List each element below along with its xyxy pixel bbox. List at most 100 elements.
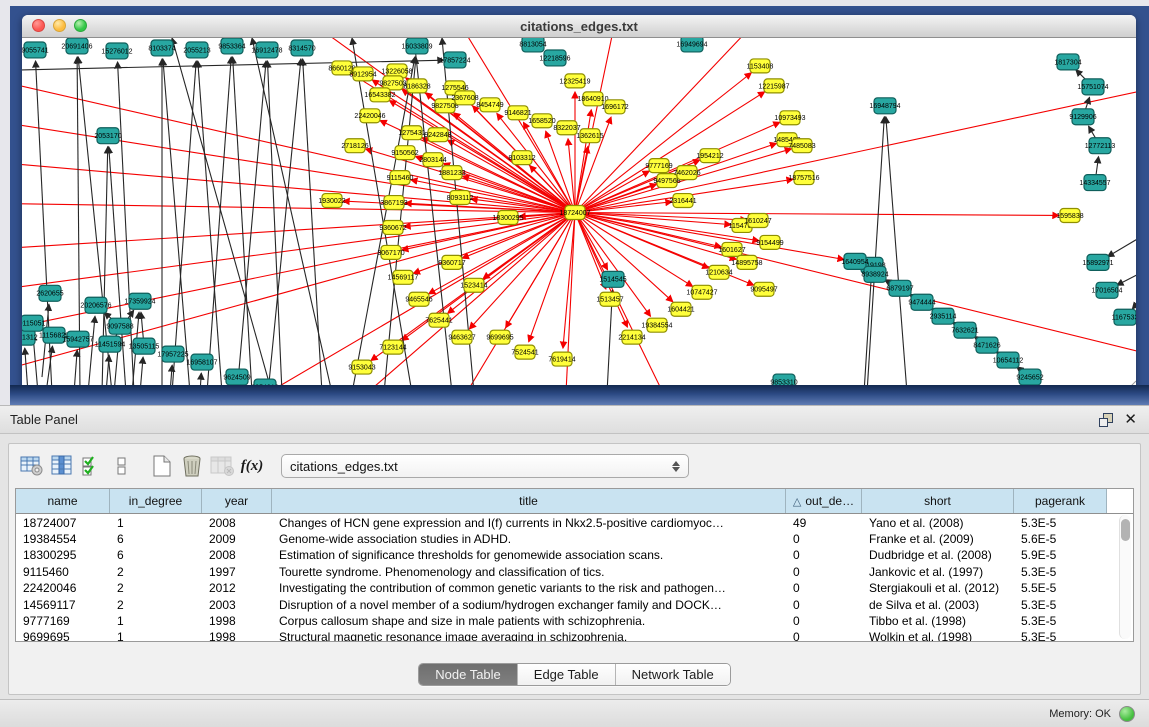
table-cell[interactable]: 1 [110,629,202,642]
graph-node[interactable]: 7485083 [788,139,815,153]
table-cell[interactable]: 2003 [202,596,272,612]
table-cell[interactable]: Franke et al. (2009) [862,530,1014,546]
table-cell[interactable]: 1 [110,612,202,628]
graph-node[interactable]: 9095497 [750,282,777,296]
table-cell[interactable]: Jankovic et al. (1997) [862,563,1014,579]
table-cell[interactable]: 2012 [202,580,272,596]
tab-network-table[interactable]: Network Table [616,664,730,685]
column-header-name[interactable]: name [16,489,110,513]
delete-column-icon[interactable] [207,453,237,479]
table-cell[interactable]: 5.9E-5 [1014,547,1107,563]
table-cell[interactable]: Stergiakouli et al. (2012) [862,580,1014,596]
clear-selection-icon[interactable] [107,453,137,479]
graph-edge[interactable] [1132,300,1136,309]
new-table-icon[interactable] [147,453,177,479]
graph-edge[interactable] [198,61,222,393]
graph-node[interactable]: 9150562 [391,146,418,160]
show-columns-icon[interactable] [47,453,77,479]
table-cell[interactable]: 2 [110,596,202,612]
table-cell[interactable]: 6 [110,530,202,546]
table-cell[interactable]: 0 [786,629,862,642]
table-cell[interactable]: 18724007 [16,514,110,530]
graph-node[interactable]: 1167533 [1112,309,1136,325]
close-window-icon[interactable] [32,19,45,32]
table-cell[interactable]: de Silva et al. (2003) [862,596,1014,612]
graph-node[interactable]: 11451594 [95,336,126,352]
graph-node[interactable]: 1362615 [576,129,603,143]
table-cell[interactable]: 19384554 [16,530,110,546]
graph-node[interactable]: 9115051 [22,315,45,331]
float-panel-icon[interactable] [1099,413,1112,426]
graph-node[interactable]: 17957225 [157,346,188,362]
graph-node[interactable]: 9777169 [645,159,672,173]
graph-node[interactable]: 9097588 [106,318,133,334]
graph-edge[interactable] [575,213,627,328]
graph-node[interactable]: 9853364 [218,38,245,54]
graph-node[interactable]: 1604421 [667,302,694,316]
graph-node[interactable]: 16949694 [676,38,707,52]
table-cell[interactable]: 49 [786,514,862,530]
graph-node[interactable]: 1275431 [398,126,425,140]
graph-node[interactable]: 7632621 [951,322,978,338]
graph-node[interactable]: 7625441 [425,313,452,327]
network-graph[interactable]: 9055741206914061527601216033809178572248… [22,38,1136,393]
graph-node[interactable]: 8103312 [508,151,535,165]
table-cell[interactable]: 1 [110,514,202,530]
table-row[interactable]: 969969511998Structural magnetic resonanc… [16,629,1133,642]
table-cell[interactable]: 2009 [202,530,272,546]
table-cell[interactable]: Genome-wide association studies in ADHD. [272,530,786,546]
table-cell[interactable]: 0 [786,612,862,628]
graph-node[interactable]: 8471626 [973,337,1000,353]
graph-node[interactable]: 9360672 [379,220,406,234]
delete-table-icon[interactable] [177,453,207,479]
graph-node[interactable]: 1696172 [601,100,628,114]
table-scrollbar-thumb[interactable] [1121,519,1130,541]
minimize-window-icon[interactable] [53,19,66,32]
table-row[interactable]: 977716911998Corpus callosum shape and si… [16,612,1133,628]
graph-node[interactable]: 8912954 [349,67,376,81]
graph-node[interactable]: 8314570 [288,40,315,56]
graph-edge[interactable] [1117,273,1136,285]
graph-node[interactable]: 16948794 [869,98,900,114]
graph-node[interactable]: 7619414 [548,352,575,366]
graph-node[interactable]: 20206576 [80,297,111,313]
table-cell[interactable]: 22420046 [16,580,110,596]
graph-node[interactable]: 7524541 [511,345,538,359]
table-cell[interactable]: 0 [786,596,862,612]
graph-node[interactable]: 1523414 [460,278,487,292]
table-cell[interactable]: 2 [110,580,202,596]
table-row[interactable]: 1456911722003Disruption of a novel membe… [16,596,1133,612]
graph-edge[interactable] [575,38,622,213]
table-cell[interactable]: 0 [786,580,862,596]
graph-edge[interactable] [575,213,844,260]
graph-node[interactable]: 2214134 [618,330,645,344]
graph-node[interactable]: 18300295 [492,211,523,225]
graph-node[interactable]: 8103374 [148,40,175,56]
graph-node[interactable]: 17359924 [124,293,155,309]
table-cell[interactable]: 5.3E-5 [1014,514,1107,530]
close-panel-icon[interactable]: ✕ [1124,413,1137,426]
graph-edge[interactable] [252,38,332,393]
table-row[interactable]: 1872400712008Changes of HCN gene express… [16,514,1133,530]
graph-node[interactable]: 1610247 [744,214,771,228]
table-row[interactable]: 911546021997Tourette syndrome. Phenomeno… [16,563,1133,579]
graph-edge[interactable] [237,61,266,393]
table-cell[interactable]: Yano et al. (2008) [862,514,1014,530]
graph-edge[interactable] [1107,237,1136,256]
graph-node[interactable]: 15942757 [62,331,93,347]
column-header-outde[interactable]: △out_de… [786,489,862,513]
table-cell[interactable]: Dudbridge et al. (2008) [862,547,1014,563]
graph-edge[interactable] [303,59,322,393]
graph-edge[interactable] [575,171,649,213]
graph-node[interactable]: 9245652 [1016,369,1043,385]
zoom-window-icon[interactable] [74,19,87,32]
tab-node-table[interactable]: Node Table [419,664,518,685]
graph-node[interactable]: 2053170 [94,128,121,144]
graph-edge[interactable] [172,38,272,393]
table-cell[interactable]: 5.5E-5 [1014,580,1107,596]
graph-node[interactable]: 8186328 [403,79,430,93]
graph-node[interactable]: 7462026 [673,166,700,180]
graph-node[interactable]: 18757516 [788,171,819,185]
graph-node[interactable]: 9115460 [387,171,414,185]
graph-node[interactable]: 9055741 [22,42,49,58]
